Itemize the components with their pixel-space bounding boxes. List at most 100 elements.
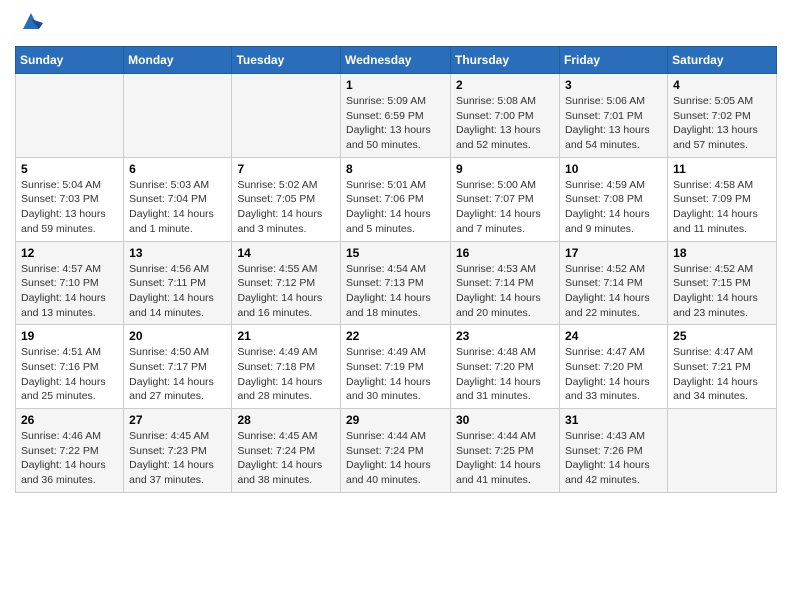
day-info: Sunrise: 4:53 AMSunset: 7:14 PMDaylight:… xyxy=(456,262,554,321)
daylight-text: Daylight: 14 hours and 22 minutes. xyxy=(565,292,650,319)
day-number: 3 xyxy=(565,78,662,92)
weekday-header-wednesday: Wednesday xyxy=(341,47,451,74)
day-number: 20 xyxy=(129,329,226,343)
calendar-cell: 27Sunrise: 4:45 AMSunset: 7:23 PMDayligh… xyxy=(124,409,232,493)
sunset-text: Sunset: 7:13 PM xyxy=(346,277,424,289)
sunrise-text: Sunrise: 5:08 AM xyxy=(456,95,536,107)
weekday-header-thursday: Thursday xyxy=(451,47,560,74)
day-number: 26 xyxy=(21,413,118,427)
day-info: Sunrise: 4:47 AMSunset: 7:20 PMDaylight:… xyxy=(565,345,662,404)
sunrise-text: Sunrise: 5:00 AM xyxy=(456,179,536,191)
day-info: Sunrise: 4:45 AM Sunset: 7:24 PM Daylight:… xyxy=(237,429,335,488)
sunrise-text: Sunrise: 4:47 AM xyxy=(673,346,753,358)
calendar-cell: 24 Sunrise: 4:47 AMSunset: 7:20 PMDayligh… xyxy=(560,325,668,409)
daylight-text: Daylight: 14 hours and 40 minutes. xyxy=(346,459,431,486)
daylight-text: Daylight: 13 hours and 57 minutes. xyxy=(673,124,758,151)
day-info: Sunrise: 4:49 AMSunset: 7:18 PMDaylight:… xyxy=(237,345,335,404)
calendar-cell: 23Sunrise: 4:48 AMSunset: 7:20 PMDayligh… xyxy=(451,325,560,409)
daylight-text: Daylight: 14 hours and 16 minutes. xyxy=(237,292,322,319)
sunset-text: Sunset: 7:24 PM xyxy=(237,445,315,457)
daylight-text: Daylight: 14 hours and 30 minutes. xyxy=(346,376,431,403)
sunrise-text: Sunrise: 4:45 AM xyxy=(237,430,317,442)
daylight-text: Daylight: 14 hours and 9 minutes. xyxy=(565,208,650,235)
sunrise-text: Sunrise: 4:52 AM xyxy=(565,263,645,275)
calendar-cell: 22Sunrise: 4:49 AMSunset: 7:19 PMDayligh… xyxy=(341,325,451,409)
sunset-text: Sunset: 7:22 PM xyxy=(21,445,99,457)
daylight-text: Daylight: 14 hours and 20 minutes. xyxy=(456,292,541,319)
sunset-text: Sunset: 7:20 PM xyxy=(565,361,643,373)
sunset-text: Sunset: 7:23 PM xyxy=(129,445,207,457)
day-info: Sunrise: 5:06 AMSunset: 7:01 PMDaylight:… xyxy=(565,94,662,153)
day-info: Sunrise: 5:09 AMSunset: 6:59 PMDaylight:… xyxy=(346,94,445,153)
day-info: Sunrise: 4:50 AMSunset: 7:17 PMDaylight:… xyxy=(129,345,226,404)
calendar-table: SundayMondayTuesdayWednesdayThursdayFrid… xyxy=(15,46,777,493)
sunrise-text: Sunrise: 4:58 AM xyxy=(673,179,753,191)
calendar-cell: 1 Sunrise: 5:09 AMSunset: 6:59 PMDaylight… xyxy=(341,74,451,158)
day-info: Sunrise: 4:44 AMSunset: 7:24 PMDaylight:… xyxy=(346,429,445,488)
calendar-cell: 25Sunrise: 4:47 AMSunset: 7:21 PMDayligh… xyxy=(668,325,777,409)
sunrise-text: Sunrise: 4:52 AM xyxy=(673,263,753,275)
day-info: Sunrise: 4:49 AMSunset: 7:19 PMDaylight:… xyxy=(346,345,445,404)
day-number: 1 xyxy=(346,78,445,92)
sunset-text: Sunset: 7:25 PM xyxy=(456,445,534,457)
day-info: Sunrise: 4:59 AMSunset: 7:08 PMDaylight:… xyxy=(565,178,662,237)
daylight-text: Daylight: 13 hours and 54 minutes. xyxy=(565,124,650,151)
calendar-cell: 31Sunrise: 4:43 AMSunset: 7:26 PMDayligh… xyxy=(560,409,668,493)
day-info: Sunrise: 4:44 AMSunset: 7:25 PMDaylight:… xyxy=(456,429,554,488)
daylight-text: Daylight: 14 hours and 38 minutes. xyxy=(237,459,322,486)
day-number: 24 xyxy=(565,329,662,343)
day-info: Sunrise: 4:56 AMSunset: 7:11 PMDaylight:… xyxy=(129,262,226,321)
calendar-cell: 15Sunrise: 4:54 AMSunset: 7:13 PMDayligh… xyxy=(341,241,451,325)
sunset-text: Sunset: 7:14 PM xyxy=(456,277,534,289)
day-info: Sunrise: 5:03 AMSunset: 7:04 PMDaylight:… xyxy=(129,178,226,237)
day-number: 15 xyxy=(346,246,445,260)
day-info: Sunrise: 5:02 AMSunset: 7:05 PMDaylight:… xyxy=(237,178,335,237)
day-number: 30 xyxy=(456,413,554,427)
calendar-cell: 18Sunrise: 4:52 AMSunset: 7:15 PMDayligh… xyxy=(668,241,777,325)
day-info: Sunrise: 4:47 AMSunset: 7:21 PMDaylight:… xyxy=(673,345,771,404)
logo xyxy=(15,15,43,36)
daylight-text: Daylight: 14 hours and 28 minutes. xyxy=(237,376,322,403)
day-number: 23 xyxy=(456,329,554,343)
calendar-week-2: 5Sunrise: 5:04 AMSunset: 7:03 PMDaylight… xyxy=(16,157,777,241)
calendar-cell: 21Sunrise: 4:49 AMSunset: 7:18 PMDayligh… xyxy=(232,325,341,409)
calendar-cell: 5Sunrise: 5:04 AMSunset: 7:03 PMDaylight… xyxy=(16,157,124,241)
day-info: Sunrise: 4:45 AMSunset: 7:23 PMDaylight:… xyxy=(129,429,226,488)
calendar-cell: 16Sunrise: 4:53 AMSunset: 7:14 PMDayligh… xyxy=(451,241,560,325)
day-number: 29 xyxy=(346,413,445,427)
weekday-header-row: SundayMondayTuesdayWednesdayThursdayFrid… xyxy=(16,47,777,74)
daylight-text: Daylight: 14 hours and 27 minutes. xyxy=(129,376,214,403)
sunrise-text: Sunrise: 5:06 AM xyxy=(565,95,645,107)
sunrise-text: Sunrise: 4:48 AM xyxy=(456,346,536,358)
day-info: Sunrise: 4:52 AMSunset: 7:14 PMDaylight:… xyxy=(565,262,662,321)
sunrise-text: Sunrise: 4:45 AM xyxy=(129,430,209,442)
daylight-text: Daylight: 14 hours and 33 minutes. xyxy=(565,376,650,403)
sunrise-text: Sunrise: 4:51 AM xyxy=(21,346,101,358)
logo-icon xyxy=(19,9,43,33)
day-info: Sunrise: 4:51 AMSunset: 7:16 PMDaylight:… xyxy=(21,345,118,404)
calendar-cell: 30Sunrise: 4:44 AMSunset: 7:25 PMDayligh… xyxy=(451,409,560,493)
sunset-text: Sunset: 7:19 PM xyxy=(346,361,424,373)
day-info: Sunrise: 4:55 AMSunset: 7:12 PMDaylight:… xyxy=(237,262,335,321)
sunset-text: Sunset: 7:20 PM xyxy=(456,361,534,373)
calendar-cell: 4Sunrise: 5:05 AMSunset: 7:02 PMDaylight… xyxy=(668,74,777,158)
daylight-text: Daylight: 13 hours and 59 minutes. xyxy=(21,208,106,235)
calendar-week-5: 26Sunrise: 4:46 AMSunset: 7:22 PMDayligh… xyxy=(16,409,777,493)
daylight-text: Daylight: 14 hours and 25 minutes. xyxy=(21,376,106,403)
sunrise-text: Sunrise: 4:44 AM xyxy=(456,430,536,442)
sunrise-text: Sunrise: 4:57 AM xyxy=(21,263,101,275)
calendar-week-3: 12Sunrise: 4:57 AMSunset: 7:10 PMDayligh… xyxy=(16,241,777,325)
sunrise-text: Sunrise: 4:43 AM xyxy=(565,430,645,442)
day-number: 17 xyxy=(565,246,662,260)
day-number: 11 xyxy=(673,162,771,176)
daylight-text: Daylight: 14 hours and 5 minutes. xyxy=(346,208,431,235)
sunset-text: Sunset: 7:24 PM xyxy=(346,445,424,457)
calendar-cell: 11Sunrise: 4:58 AMSunset: 7:09 PMDayligh… xyxy=(668,157,777,241)
sunrise-text: Sunrise: 4:49 AM xyxy=(237,346,317,358)
daylight-text: Daylight: 14 hours and 3 minutes. xyxy=(237,208,322,235)
calendar-header: SundayMondayTuesdayWednesdayThursdayFrid… xyxy=(16,47,777,74)
sunset-text: Sunset: 7:00 PM xyxy=(456,110,534,122)
sunset-text: Sunset: 7:15 PM xyxy=(673,277,751,289)
daylight-text: Daylight: 14 hours and 36 minutes. xyxy=(21,459,106,486)
day-number: 2 xyxy=(456,78,554,92)
